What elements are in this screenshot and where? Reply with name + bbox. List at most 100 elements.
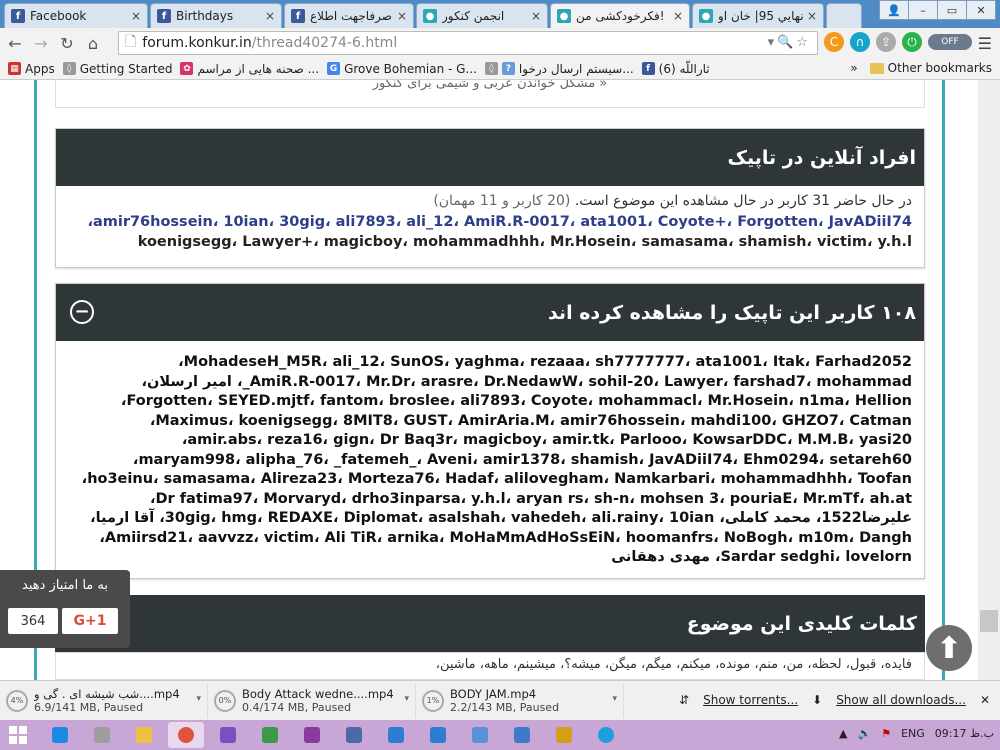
close-icon[interactable]: × [531, 9, 541, 23]
viewers-line[interactable]: amir.abs، reza16، gign، Dr Baq3r، magicb… [68, 431, 912, 451]
show-torrents-link[interactable]: Show torrents... [703, 693, 798, 707]
winrar-taskbar-icon[interactable] [294, 722, 330, 748]
chevron-down-icon[interactable]: ▾ [612, 694, 617, 704]
app-taskbar-icon[interactable] [252, 722, 288, 748]
app-taskbar-icon[interactable] [420, 722, 456, 748]
viewers-line[interactable]: Forgotten، SEYED.mjtf، fantom، broslee، … [68, 392, 912, 412]
online-users-line-1[interactable]: amir76hossein، 10ian، 30gig، ali7893، al… [68, 212, 912, 232]
url-domain: forum.konkur.in [142, 35, 252, 51]
reload-icon[interactable]: ↻ [56, 34, 78, 53]
gallery-icon: ✿ [180, 62, 194, 75]
close-icon[interactable]: × [807, 9, 817, 23]
bookmark-icon: ◊ [62, 62, 76, 75]
extension-toggle[interactable]: OFF [928, 34, 972, 50]
address-bar[interactable]: 🗋 forum.konkur.in/thread40274-6.html ▾🔍☆ [118, 31, 818, 55]
viewers-line[interactable]: علیرضا1522، محمد کاملی، 30gig، hmg، REDA… [68, 509, 912, 529]
chevron-down-icon[interactable]: ▾ [196, 694, 201, 704]
collapse-icon[interactable]: − [70, 300, 94, 324]
bookmark-request[interactable]: ◊? سیستم ارسال درخوا... [484, 62, 634, 76]
scrollbar-thumb[interactable] [980, 610, 998, 632]
page-viewport: « مشکل خواندن عربی و شیمی برای کنکور افر… [0, 80, 1000, 680]
chrome-taskbar-icon[interactable] [168, 722, 204, 748]
show-all-downloads-link[interactable]: Show all downloads... [836, 693, 966, 707]
download-item[interactable]: 1% BODY JAM.mp4 2.2/143 MB, Paused ▾ [422, 683, 624, 718]
close-window-button[interactable]: ✕ [966, 0, 996, 20]
close-icon[interactable]: × [131, 9, 141, 23]
download-item[interactable]: 4% شب شیشه ای . گی و....mp4 6.9/141 MB, … [6, 683, 208, 718]
pdf-taskbar-icon[interactable] [546, 722, 582, 748]
bookmark-getting-started[interactable]: ◊ Getting Started [62, 62, 172, 76]
flag-icon[interactable]: ⚑ [881, 727, 891, 740]
tab-facebook[interactable]: f Facebook × [4, 3, 148, 28]
app-taskbar-icon[interactable] [462, 722, 498, 748]
maximize-button[interactable]: ▭ [937, 0, 967, 20]
online-user-list[interactable]: amir76hossein، 10ian، 30gig، ali7893، al… [68, 212, 912, 252]
bookmark-apps[interactable]: ▦ Apps [8, 62, 55, 76]
prev-thread-link[interactable]: « مشکل خواندن عربی و شیمی برای کنکور [55, 80, 925, 108]
close-icon[interactable]: × [397, 9, 407, 23]
bookmark-ceremony[interactable]: ✿ صحنه هایی از مراسم ... [180, 62, 319, 76]
close-icon[interactable]: × [265, 9, 275, 23]
download-progress: 4% [6, 689, 28, 712]
forward-icon[interactable]: → [30, 34, 52, 53]
app-taskbar-icon[interactable] [336, 722, 372, 748]
tab-active-thread[interactable]: ● فکرخودکشی من! × [550, 3, 690, 28]
viewers-line[interactable]: ho3einu، samasama، Alireza23، Morteza76،… [68, 470, 912, 490]
viewers-line[interactable]: Amiirsd21، aavvzz، victim، Ali TiR، arni… [68, 529, 912, 549]
viewers-line[interactable]: Dr fatima97، Morvaryd، drho3inparsa، y.h… [68, 490, 912, 510]
ie-taskbar-icon[interactable] [42, 722, 78, 748]
tab-konkur-forum[interactable]: ● انجمن کنکور × [416, 3, 548, 28]
online-users-line-2[interactable]: koenigsegg، Lawyer+، magicboy، mohammadh… [68, 232, 912, 252]
bookmark-facebook[interactable]: f (6) ثاراللّه [641, 62, 710, 76]
viewers-line[interactable]: AmiR.R-0017، Mr.Dr، arasre، Dr.NedawW، s… [68, 373, 912, 393]
explorer-taskbar-icon[interactable] [126, 722, 162, 748]
chevron-down-icon[interactable]: ▾ [404, 694, 409, 704]
app-taskbar-icon[interactable] [378, 722, 414, 748]
gplus-button[interactable]: G+1 [62, 608, 118, 634]
minimize-button[interactable]: – [908, 0, 938, 20]
user-icon[interactable]: 👤 [879, 0, 909, 20]
viewers-list[interactable]: MohadeseH_M5R، ali_12، SunOS، yaghma، re… [56, 341, 924, 574]
viewers-line[interactable]: MohadeseH_M5R، ali_12، SunOS، yaghma، re… [68, 353, 912, 373]
tray-arrow-icon[interactable]: ▲ [839, 727, 847, 740]
konkur-icon: ● [699, 9, 713, 23]
bookmark-icon: ◊ [484, 62, 498, 75]
close-icon[interactable]: × [673, 9, 683, 23]
bookmarks-overflow[interactable]: » [850, 61, 857, 75]
share-icon[interactable]: ⇪ [876, 32, 896, 52]
scroll-top-button[interactable]: ⬆ [926, 625, 972, 671]
viewers-block: ۱۰۸ کاربر این تاپیک را مشاهده کرده اند −… [55, 283, 925, 579]
close-icon[interactable]: ✕ [980, 693, 990, 707]
tab-birthdays[interactable]: f Birthdays × [150, 3, 282, 28]
viewers-line[interactable]: Sardar sedghi، lovelorn، مهدی دهقانی [68, 548, 912, 568]
headphones-icon[interactable]: ∩ [850, 32, 870, 52]
scrollbar[interactable] [978, 80, 1000, 680]
app-taskbar-icon[interactable] [504, 722, 540, 748]
torrent-icon: ⇵ [679, 693, 690, 707]
viewers-line[interactable]: Maximus، koenigsegg، 8MIT8، GUST، AmirAr… [68, 412, 912, 432]
download-item[interactable]: 0% Body Attack wedne....mp4 0.4/174 MB, … [214, 683, 416, 718]
tab-facebook-notice[interactable]: f صرفاجهت اطلاع - × [284, 3, 414, 28]
tab-konkur-other[interactable]: ● إنهايي 95| خان او × [692, 3, 824, 28]
start-button[interactable] [0, 720, 36, 750]
bookmark-grove[interactable]: G Grove Bohemian - G... [327, 62, 477, 76]
facebook-icon: f [157, 9, 171, 23]
settings-taskbar-icon[interactable] [84, 722, 120, 748]
keywords-title: کلمات کلیدی این موضوع [55, 595, 925, 652]
window-controls: 👤 – ▭ ✕ [879, 0, 996, 20]
back-icon[interactable]: ← [4, 34, 26, 53]
power-icon[interactable]: ⏻ [902, 32, 922, 52]
viewers-line[interactable]: maryam998، alipha_76، _fatemeh_، Aveni، … [68, 451, 912, 471]
keywords-list[interactable]: فایده، قبول، لحظه، من، منم، مونده، میکنم… [55, 652, 925, 680]
menu-icon[interactable]: ☰ [978, 34, 992, 53]
home-icon[interactable]: ⌂ [82, 34, 104, 53]
clock[interactable]: 09:17 ب.ظ [935, 727, 994, 740]
language-indicator[interactable]: ENG [901, 727, 925, 740]
other-bookmarks[interactable]: Other bookmarks [869, 61, 992, 75]
zoom-star-icons[interactable]: ▾🔍☆ [768, 35, 811, 50]
volume-icon[interactable]: 🔊 [857, 727, 871, 740]
extension-c-icon[interactable]: C [824, 32, 844, 52]
media-taskbar-icon[interactable] [210, 722, 246, 748]
app-taskbar-icon[interactable] [588, 722, 624, 748]
new-tab-button[interactable] [826, 3, 862, 28]
